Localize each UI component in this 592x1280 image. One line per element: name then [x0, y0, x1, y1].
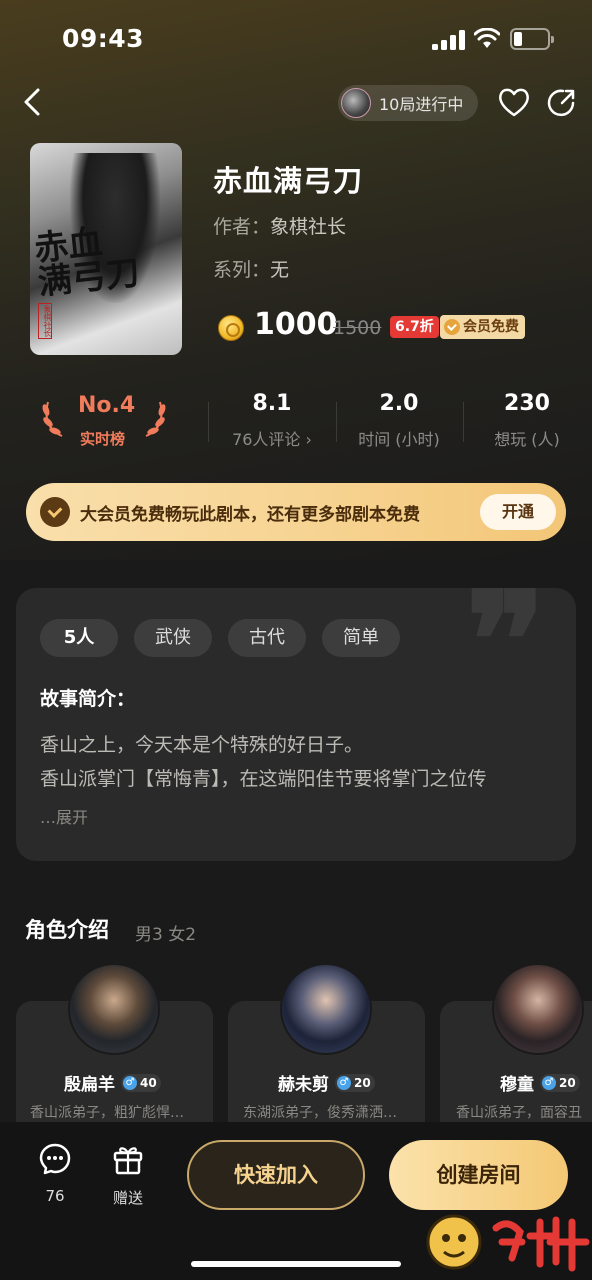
- original-price: 1500: [333, 317, 382, 339]
- character-name-row: 赫未剪 ♂ 20: [278, 1070, 375, 1095]
- intro-heading: 故事简介：: [40, 688, 136, 710]
- tag-genre: 武侠: [134, 619, 212, 657]
- watermark-logo: [426, 1214, 590, 1272]
- wifi-icon: [474, 28, 500, 48]
- tag-difficulty: 简单: [322, 619, 400, 657]
- vip-icon: [444, 319, 460, 335]
- character-desc: 香山派弟子，粗犷彪悍…: [30, 1105, 184, 1121]
- stat-divider: [463, 402, 464, 442]
- author-label: 作者：: [213, 216, 271, 238]
- gender-age-badge: ♂ 40: [121, 1073, 161, 1092]
- cover-seal: 象棋社长: [38, 303, 52, 339]
- character-name-row: 穆童 ♂ 20: [500, 1070, 580, 1095]
- vip-free-badge: 会员免费: [440, 315, 525, 339]
- author-line: 作者：象棋社长: [213, 212, 346, 239]
- tag-players: 5人: [40, 619, 118, 657]
- intro-line-1: 香山之上，今天本是个特殊的好日子。: [40, 734, 364, 756]
- tag-era: 古代: [228, 619, 306, 657]
- laurel-right-icon: [145, 401, 166, 437]
- coin-icon: [218, 315, 244, 341]
- quick-join-button[interactable]: 快速加入: [187, 1140, 365, 1210]
- rank-number: No.4: [78, 393, 136, 418]
- characters-title: 角色介绍: [25, 918, 109, 942]
- price: 1000: [254, 307, 338, 342]
- male-icon: ♂: [542, 1075, 556, 1090]
- want-to-play-value: 230: [504, 391, 550, 416]
- progress-text: 10局进行中: [379, 95, 464, 114]
- comment-icon[interactable]: [38, 1142, 72, 1176]
- back-arrow-icon[interactable]: [16, 84, 52, 120]
- gift-label: 赠送: [112, 1189, 143, 1207]
- character-name: 穆童: [500, 1075, 534, 1095]
- character-avatar[interactable]: [492, 963, 584, 1055]
- reviews-link[interactable]: 76人评论 ›: [222, 426, 322, 450]
- character-avatar[interactable]: [68, 963, 160, 1055]
- duration-label: 时间 (小时): [358, 430, 440, 449]
- player-avatar: [341, 88, 371, 118]
- want-to-play-label: 想玩 (人): [494, 430, 560, 449]
- games-in-progress-pill[interactable]: 10局进行中: [338, 85, 478, 121]
- male-icon: ♂: [337, 1075, 351, 1090]
- rating-value: 8.1: [252, 391, 292, 416]
- character-avatar[interactable]: [280, 963, 372, 1055]
- gender-age-badge: ♂ 20: [335, 1073, 375, 1092]
- character-name-row: 殷扁羊 ♂ 40: [64, 1070, 161, 1095]
- cover-calligraphy: 赤血 满弓刀: [32, 222, 142, 304]
- characters-summary: 男3 女2: [135, 925, 197, 945]
- gender-age-badge: ♂ 20: [540, 1073, 580, 1092]
- character-desc: 香山派弟子，面容丑: [456, 1105, 582, 1121]
- series-label: 系列：: [213, 259, 271, 281]
- series-value: 无: [270, 259, 290, 281]
- share-icon[interactable]: [546, 86, 578, 118]
- character-name: 赫未剪: [278, 1075, 329, 1095]
- home-indicator: [191, 1261, 401, 1267]
- laurel-left-icon: [42, 401, 63, 437]
- cellular-signal-icon: [432, 30, 466, 50]
- open-vip-button[interactable]: 开通: [480, 494, 556, 530]
- discount-badge: 6.7折: [390, 316, 439, 338]
- comment-count: 76: [45, 1187, 65, 1205]
- vip-free-label: 会员免费: [463, 319, 519, 335]
- favorite-heart-icon[interactable]: [497, 86, 531, 118]
- rank-label: 实时榜: [80, 430, 126, 448]
- intro-line-2: 香山派掌门【常悔青】，在这端阳佳节要将掌门之位传: [40, 768, 487, 790]
- expand-link[interactable]: …展开: [40, 804, 88, 828]
- script-title: 赤血满弓刀: [213, 164, 364, 198]
- character-name: 殷扁羊: [64, 1075, 115, 1095]
- battery-icon: [510, 28, 554, 50]
- stat-divider: [208, 402, 209, 442]
- series-line: 系列：无: [213, 255, 289, 282]
- gift-icon[interactable]: [111, 1142, 145, 1176]
- story-intro-card: ❞ 5人 武侠 古代 简单 故事简介： 香山之上，今天本是个特殊的好日子。 香山…: [16, 588, 576, 861]
- character-desc: 东湖派弟子，俊秀潇洒…: [243, 1105, 397, 1121]
- quote-mark-icon: ❞: [465, 588, 546, 729]
- author-name: 象棋社长: [270, 216, 347, 238]
- duration-value: 2.0: [379, 391, 419, 416]
- status-time: 09:43: [62, 24, 145, 53]
- stat-divider: [336, 402, 337, 442]
- vip-banner[interactable]: 大会员免费畅玩此剧本，还有更多部剧本免费 开通: [26, 483, 566, 541]
- vip-crown-icon: [40, 497, 70, 527]
- male-icon: ♂: [123, 1075, 137, 1090]
- script-cover-image[interactable]: 赤血 满弓刀 象棋社长: [30, 143, 182, 355]
- vip-banner-text: 大会员免费畅玩此剧本，还有更多部剧本免费: [80, 504, 420, 525]
